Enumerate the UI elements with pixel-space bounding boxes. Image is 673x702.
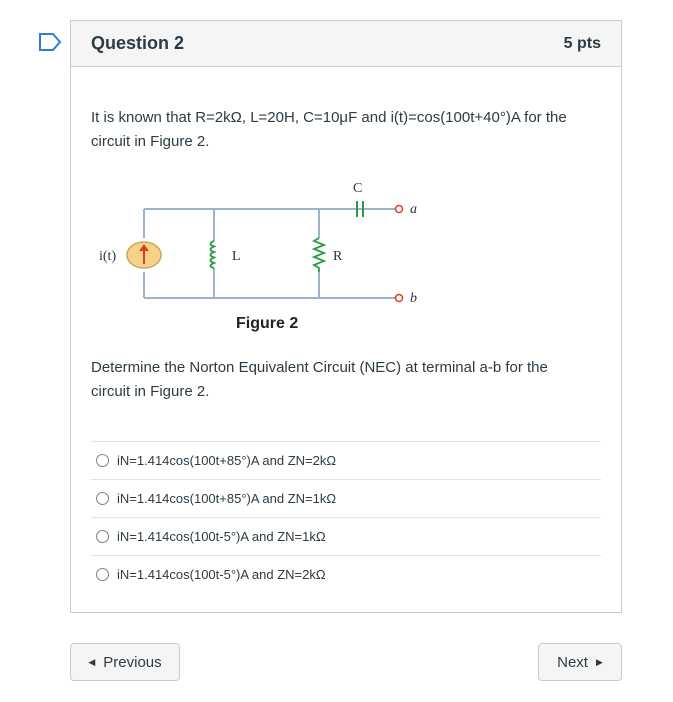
next-label: Next: [557, 653, 588, 671]
answer-option-1[interactable]: iN=1.414cos(100t+85°)A and ZN=2kΩ: [91, 441, 601, 479]
radio-button[interactable]: [96, 454, 109, 467]
answer-label: iN=1.414cos(100t-5°)A and ZN=1kΩ: [117, 529, 326, 544]
question-body: It is known that R=2kΩ, L=20H, C=10μF an…: [71, 106, 621, 154]
question-title: Question 2: [91, 33, 185, 53]
question-text-2-line-1: Determine the Norton Equivalent Circuit …: [91, 359, 548, 376]
question-header: Question 2 5 pts: [71, 21, 621, 67]
inductor-icon: [209, 240, 217, 269]
terminal-a-label: a: [410, 202, 417, 217]
resistor-label: R: [333, 249, 343, 264]
question-text-2-line-2: circuit in Figure 2.: [91, 383, 210, 400]
capacitor-label: C: [353, 181, 362, 196]
question-text-1-line-2: circuit in Figure 2.: [91, 133, 210, 150]
source-label: i(t): [99, 249, 116, 264]
triangle-right-icon: ▶: [595, 656, 603, 667]
terminal-b-label: b: [410, 291, 417, 306]
answer-label: iN=1.414cos(100t+85°)A and ZN=1kΩ: [117, 491, 337, 506]
radio-button[interactable]: [96, 492, 109, 505]
question-card: Question 2 5 pts It is known that R=2kΩ,…: [70, 20, 622, 613]
inductor-label: L: [232, 249, 241, 264]
answer-label: iN=1.414cos(100t+85°)A and ZN=2kΩ: [117, 453, 337, 468]
circuit-diagram: i(t) L R C a b Figure 2: [99, 181, 417, 332]
answer-label: iN=1.414cos(100t-5°)A and ZN=2kΩ: [117, 567, 326, 582]
answer-option-3[interactable]: iN=1.414cos(100t-5°)A and ZN=1kΩ: [91, 517, 601, 555]
previous-label: Previous: [103, 653, 162, 671]
circuit-figure: i(t) L R C a b Figure 2: [91, 176, 431, 336]
figure-caption: Figure 2: [236, 315, 298, 332]
question-points: 5 pts: [563, 34, 601, 52]
triangle-left-icon: ◀: [88, 656, 96, 667]
radio-button[interactable]: [96, 530, 109, 543]
radio-button[interactable]: [96, 568, 109, 581]
answer-option-2[interactable]: iN=1.414cos(100t+85°)A and ZN=1kΩ: [91, 479, 601, 517]
question-text-1-line-1: It is known that R=2kΩ, L=20H, C=10μF an…: [91, 109, 567, 126]
current-source-icon: [126, 241, 162, 269]
answer-list: iN=1.414cos(100t+85°)A and ZN=2kΩ iN=1.4…: [91, 441, 601, 593]
terminal-a-node: [394, 204, 404, 214]
resistor-icon: [311, 237, 327, 272]
answer-option-4[interactable]: iN=1.414cos(100t-5°)A and ZN=2kΩ: [91, 555, 601, 593]
question-body-2: Determine the Norton Equivalent Circuit …: [71, 356, 568, 404]
previous-button[interactable]: ◀ Previous: [70, 643, 180, 681]
next-button[interactable]: Next ▶: [538, 643, 622, 681]
terminal-b-node: [394, 293, 404, 303]
circuit-wires: [143, 208, 396, 299]
bookmark-flag-icon[interactable]: [38, 33, 62, 51]
